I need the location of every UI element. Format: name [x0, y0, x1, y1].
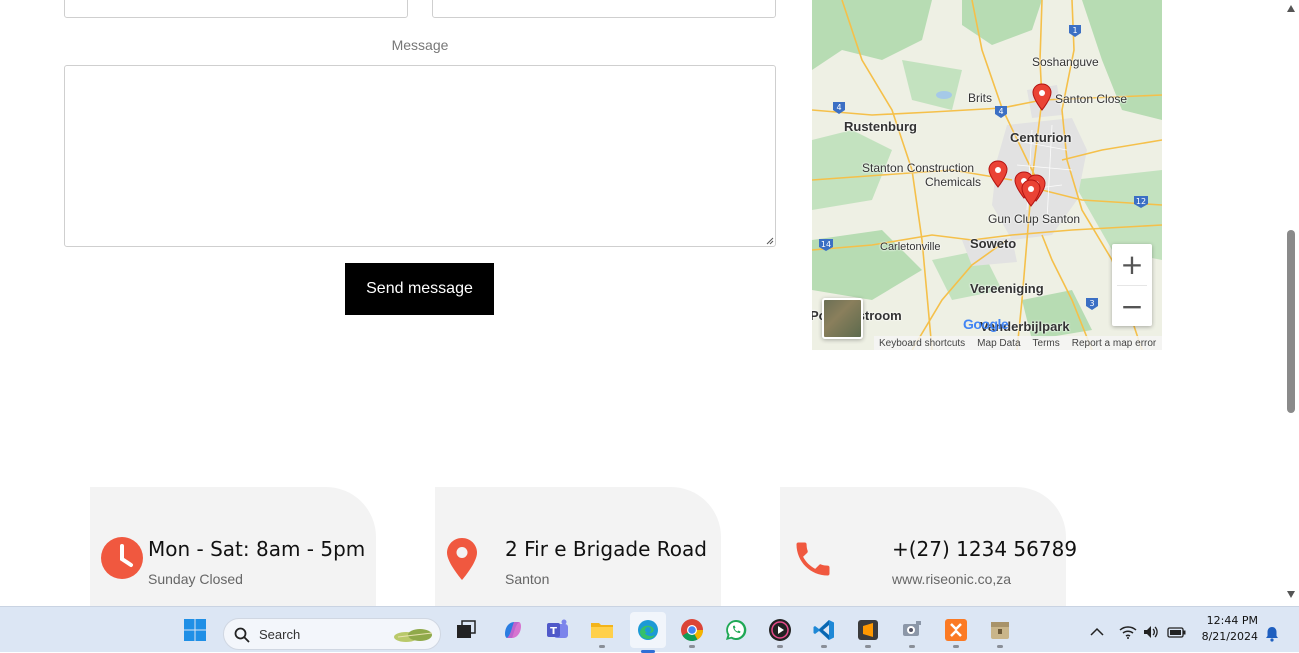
search-highlight-icon [394, 629, 433, 642]
resize-handle-icon[interactable] [766, 237, 774, 245]
map-label-soweto: Soweto [970, 236, 1017, 251]
task-view-icon[interactable] [453, 617, 479, 643]
windows-taskbar: Search T 12:44 PM 8/21/2024 [0, 606, 1299, 653]
archive-icon[interactable] [987, 617, 1013, 648]
map-label-rustenburg: Rustenburg [844, 119, 917, 134]
address-title: 2 Fir e Brigade Road [505, 537, 707, 561]
sublime-text-icon[interactable] [855, 617, 881, 648]
vscode-icon[interactable] [811, 617, 837, 648]
battery-icon[interactable] [1167, 626, 1187, 638]
running-indicator [689, 645, 695, 648]
map-data-link[interactable]: Map Data [977, 338, 1020, 349]
map-label-centurion: Centurion [1010, 130, 1072, 145]
zoom-in-button[interactable]: + [1112, 244, 1152, 285]
chrome-icon[interactable] [679, 617, 705, 648]
route-shield-label: 4 [836, 103, 841, 112]
map-label-vereeniging: Vereeniging [970, 281, 1044, 296]
map-label-stanton-construction: Stanton Construction [862, 161, 975, 175]
route-shield-icon: 14 [819, 239, 833, 251]
report-map-error-link[interactable]: Report a map error [1072, 338, 1156, 349]
wifi-icon[interactable] [1119, 625, 1137, 639]
route-shield-label: 3 [1089, 299, 1094, 308]
xampp-icon[interactable] [943, 617, 969, 648]
search-placeholder: Search [259, 627, 301, 642]
address-card: 2 Fir e Brigade Road Santon [435, 487, 721, 606]
scroll-down-arrow-icon[interactable] [1287, 591, 1295, 598]
phone-card: +(27) 1234 56789 www.riseonic.co,za [780, 487, 1077, 606]
page-content: Message Send message Soshanguve Brits Sa… [0, 0, 1283, 606]
route-shield-label: 1 [1072, 26, 1077, 35]
media-player-icon[interactable] [767, 617, 793, 648]
map-embed[interactable]: Soshanguve Brits Santon Close Rustenburg… [812, 0, 1162, 350]
taskbar-search-input[interactable]: Search [223, 618, 441, 650]
route-shield-label: 4 [998, 107, 1003, 116]
page-scrollbar[interactable] [1283, 0, 1299, 606]
route-shield-label: 14 [821, 240, 831, 249]
map-label-santon-close: Santon Close [1055, 92, 1128, 106]
search-icon [234, 627, 250, 643]
terms-link[interactable]: Terms [1033, 338, 1060, 349]
running-indicator [909, 645, 915, 648]
map-label-chemicals: Chemicals [925, 175, 982, 189]
whatsapp-icon[interactable] [723, 617, 749, 643]
svg-text:T: T [550, 626, 557, 637]
send-message-button[interactable]: Send message [345, 263, 494, 315]
map-label-gun-club-santon: Gun Clup Santon [988, 212, 1081, 226]
map-attribution: Keyboard shortcuts Map Data Terms Report… [874, 336, 1162, 350]
map-label-soshanguve: Soshanguve [1032, 55, 1099, 69]
app-icon[interactable] [899, 617, 925, 648]
chevron-up-icon[interactable] [1090, 627, 1104, 637]
running-indicator [777, 645, 783, 648]
teams-icon[interactable]: T [545, 617, 571, 643]
location-pin-icon [447, 538, 477, 580]
clock-time: 12:44 PM [1206, 614, 1258, 627]
google-logo: Google [963, 316, 1009, 332]
running-indicator [953, 645, 959, 648]
map-type-toggle-button[interactable] [822, 298, 863, 339]
name-field[interactable] [64, 0, 408, 18]
address-subtitle: Santon [505, 571, 550, 587]
system-clock[interactable]: 12:44 PM 8/21/2024 [1196, 613, 1258, 645]
map-marker-icon[interactable] [1032, 83, 1052, 111]
message-textarea[interactable] [64, 65, 776, 247]
keyboard-shortcuts-link[interactable]: Keyboard shortcuts [879, 338, 965, 349]
route-shield-icon: 4 [833, 102, 845, 114]
map-marker-icon[interactable] [1021, 179, 1041, 207]
running-indicator [821, 645, 827, 648]
clock-date: 8/21/2024 [1201, 630, 1258, 643]
route-shield-icon: 3 [1086, 298, 1098, 310]
route-shield-label: 12 [1136, 197, 1146, 206]
email-field[interactable] [432, 0, 776, 18]
volume-icon[interactable] [1143, 625, 1159, 639]
running-indicator [599, 645, 605, 648]
website-subtitle: www.riseonic.co,za [892, 571, 1012, 587]
phone-title: +(27) 1234 56789 [892, 537, 1078, 561]
running-indicator [865, 645, 871, 648]
file-explorer-icon[interactable] [589, 617, 615, 648]
map-zoom-controls: + − [1112, 244, 1152, 326]
map-label-brits: Brits [968, 91, 992, 105]
hours-title: Mon - Sat: 8am - 5pm [148, 537, 366, 561]
clock-icon [101, 537, 143, 579]
zoom-out-button[interactable]: − [1112, 286, 1152, 327]
route-shield-icon: 1 [1069, 25, 1081, 37]
phone-icon [796, 542, 830, 576]
message-label: Message [391, 37, 449, 53]
hours-subtitle: Sunday Closed [148, 571, 243, 587]
start-icon[interactable] [182, 617, 208, 643]
map-marker-icon[interactable] [988, 160, 1008, 188]
copilot-icon[interactable] [500, 617, 526, 643]
route-shield-icon: 4 [995, 106, 1007, 118]
scrollbar-thumb[interactable] [1287, 230, 1295, 413]
map-label-carletonville: Carletonville [880, 241, 941, 253]
running-indicator [997, 645, 1003, 648]
notification-bell-icon[interactable] [1265, 626, 1279, 642]
scroll-up-arrow-icon[interactable] [1287, 5, 1295, 12]
edge-icon[interactable] [630, 612, 666, 653]
route-shield-icon: 12 [1134, 196, 1148, 208]
map-base [812, 0, 1162, 350]
hours-card: Mon - Sat: 8am - 5pm Sunday Closed [90, 487, 376, 606]
